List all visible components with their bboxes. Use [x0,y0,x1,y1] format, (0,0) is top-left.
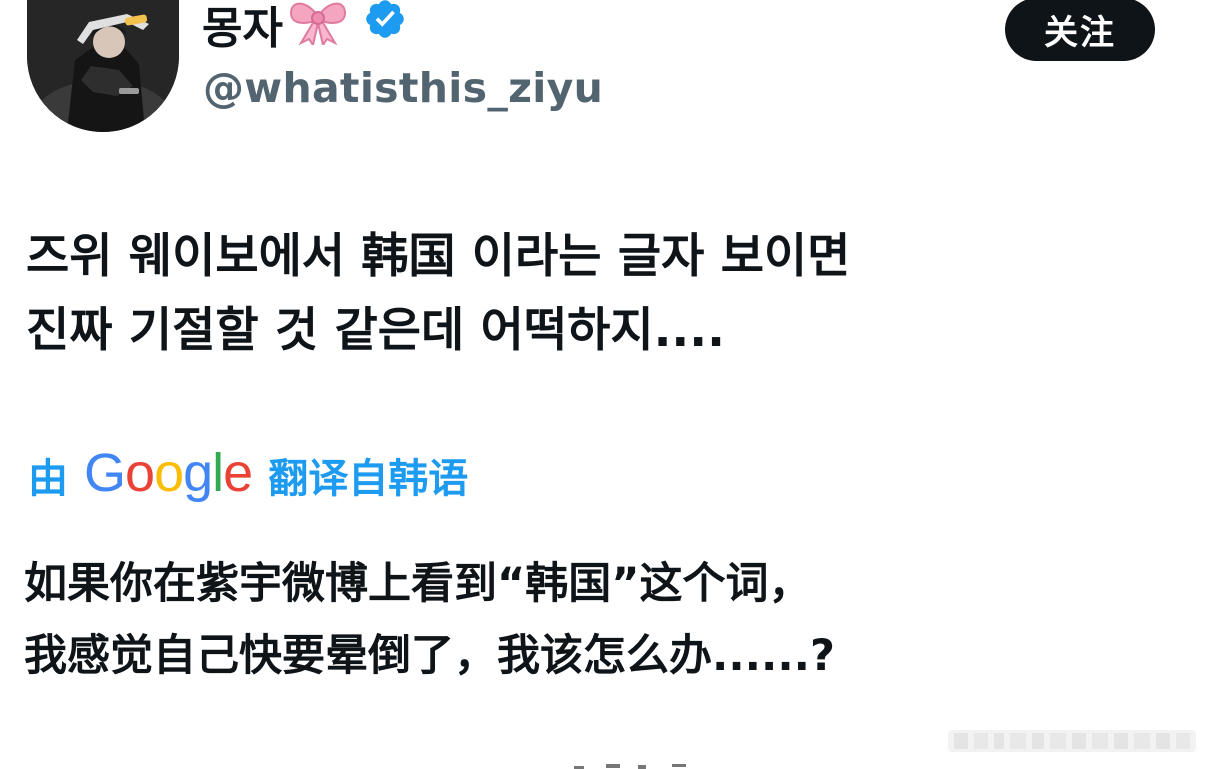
translated-line: 如果你在紫宇微博上看到“韩国”这个词， [24,559,812,609]
translated-line: 我感觉自己快要晕倒了，我该怎么办......? [24,631,835,681]
translation-source-language: 翻译自韩语 [268,456,469,502]
verified-badge-icon [363,0,407,52]
tweet-text: 즈위 웨이보에서 韩国 이라는 글자 보이면 진짜 기절할 것 같은데 어떡하지… [26,220,850,368]
cropped-content-fragment [560,758,710,769]
follow-button[interactable]: 关注 [1005,0,1155,61]
tweet-line: 즈위 웨이보에서 韩国 이라는 글자 보이면 [26,229,851,284]
avatar-image [27,0,179,132]
google-logo: Google [84,443,253,503]
avatar[interactable] [27,0,179,132]
translated-text: 如果你在紫宇微博上看到“韩国”这个词， 我感觉自己快要晕倒了，我该怎么办....… [24,548,835,692]
watermark-icon [948,724,1196,758]
translation-prefix: 由 [28,456,68,502]
tweet-card: 몽자 @whatisthis_ziyu 关注 즈위 웨이보에서 韩国 이라는 글… [0,0,1206,769]
display-name[interactable]: 몽자 [202,0,283,56]
user-handle[interactable]: @whatisthis_ziyu [203,64,603,112]
display-name-row: 몽자 [202,0,407,54]
translation-attribution[interactable]: 由 Google 翻译自韩语 [28,443,469,506]
tweet-line: 진짜 기절할 것 같은데 어떡하지.... [26,303,725,358]
ribbon-bow-icon [287,0,349,56]
